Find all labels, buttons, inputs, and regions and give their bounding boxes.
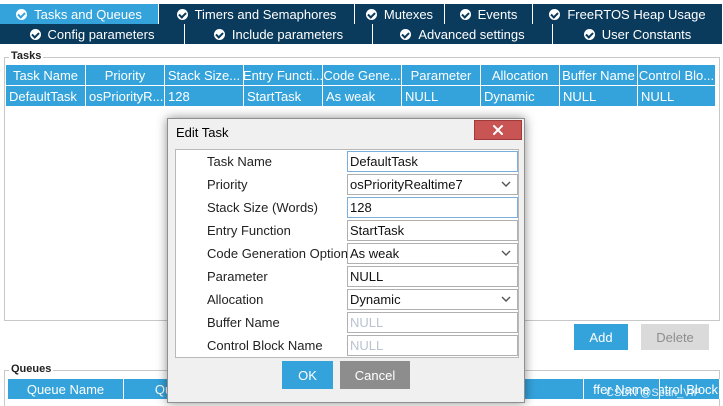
cell-buffer-name: NULL [560, 86, 638, 106]
edit-task-dialog: Edit Task Task Name DefaultTask Priority… [167, 118, 525, 403]
control-block-name-field[interactable]: NULL [347, 335, 518, 356]
watermark: CSDN @Sean_VIP [606, 387, 701, 399]
close-button[interactable] [474, 120, 522, 140]
ok-button[interactable]: OK [282, 361, 333, 389]
code-generation-option-label: Code Generation Option [207, 246, 348, 261]
column-header-queue-name[interactable]: Queue Name [8, 379, 124, 399]
task-form: Task Name DefaultTask Priority osPriorit… [175, 149, 519, 358]
tab-freertos-heap-usage[interactable]: FreeRTOS Heap Usage [533, 4, 723, 24]
stack-size-label: Stack Size (Words) [207, 200, 319, 215]
column-header-priority[interactable]: Priority [86, 65, 165, 85]
parameter-label: Parameter [207, 269, 268, 284]
check-circle-icon [583, 28, 595, 40]
tab-include-parameters[interactable]: Include parameters [185, 24, 373, 44]
code-generation-option-select[interactable]: As weak [347, 243, 518, 264]
tasks-group-title: Tasks [9, 50, 44, 62]
buffer-name-label: Buffer Name [207, 315, 280, 330]
priority-label: Priority [207, 177, 248, 192]
column-header-allocation[interactable]: Allocation [481, 65, 560, 85]
check-circle-icon [29, 28, 41, 40]
task-name-field[interactable]: DefaultTask [347, 151, 518, 172]
check-circle-icon [459, 8, 471, 20]
column-header-buffer-name[interactable]: Buffer Name [560, 65, 638, 85]
cell-control-block: NULL [638, 86, 716, 106]
allocation-select[interactable]: Dynamic [347, 289, 518, 310]
close-icon [493, 125, 503, 135]
entry-function-field[interactable]: StartTask [347, 220, 518, 241]
tab-events[interactable]: Events [445, 4, 533, 24]
tab-user-constants[interactable]: User Constants [553, 24, 723, 44]
tab-timers-and-semaphores[interactable]: Timers and Semaphores [159, 4, 355, 24]
allocation-value: Dynamic [350, 292, 401, 307]
chevron-down-icon [501, 181, 511, 187]
tab-tasks-and-queues[interactable]: Tasks and Queues [0, 4, 159, 24]
tasks-table-header: Task Name Priority Stack Size... Entry F… [6, 65, 716, 85]
cell-code-generation: As weak [323, 86, 402, 106]
cell-allocation: Dynamic [481, 86, 560, 106]
add-task-button[interactable]: Add [574, 324, 628, 350]
chevron-down-icon [501, 296, 511, 302]
buffer-name-field[interactable]: NULL [347, 312, 518, 333]
chevron-down-icon [501, 250, 511, 256]
task-name-label: Task Name [207, 154, 273, 169]
column-header-stack-size[interactable]: Stack Size... [165, 65, 244, 85]
parameter-field[interactable]: NULL [347, 266, 518, 287]
cancel-button[interactable]: Cancel [340, 361, 410, 389]
column-header-parameter[interactable]: Parameter [402, 65, 481, 85]
check-circle-icon [400, 28, 412, 40]
column-header-control-block[interactable]: Control Blo... [638, 65, 716, 85]
stack-size-field[interactable]: 128 [347, 197, 518, 218]
dialog-title: Edit Task [176, 125, 229, 140]
delete-task-button[interactable]: Delete [641, 324, 709, 350]
column-header-code-generation[interactable]: Code Gene... [323, 65, 402, 85]
cell-priority: osPriorityR... [86, 86, 165, 106]
column-header-entry-function[interactable]: Entry Functi... [244, 65, 323, 85]
tab-config-parameters[interactable]: Config parameters [0, 24, 185, 44]
control-block-name-label: Control Block Name [207, 338, 323, 353]
tab-advanced-settings[interactable]: Advanced settings [373, 24, 553, 44]
code-generation-option-value: As weak [350, 246, 400, 261]
check-circle-icon [213, 28, 225, 40]
allocation-label: Allocation [207, 292, 264, 307]
cell-entry-function: StartTask [244, 86, 323, 106]
queues-group-title: Queues [9, 363, 54, 375]
check-circle-icon [16, 8, 28, 20]
check-circle-icon [365, 8, 377, 20]
check-circle-icon [549, 8, 561, 20]
cell-stack-size: 128 [165, 86, 244, 106]
tab-row-secondary: Config parameters Include parameters Adv… [0, 24, 723, 44]
cell-task-name: DefaultTask [6, 86, 86, 106]
priority-select[interactable]: osPriorityRealtime7 [347, 174, 518, 195]
table-row[interactable]: DefaultTask osPriorityR... 128 StartTask… [6, 86, 716, 106]
check-circle-icon [176, 8, 188, 20]
tab-row-primary: Tasks and Queues Timers and Semaphores M… [0, 4, 723, 24]
cell-parameter: NULL [402, 86, 481, 106]
priority-value: osPriorityRealtime7 [350, 177, 463, 192]
tab-mutexes[interactable]: Mutexes [355, 4, 445, 24]
entry-function-label: Entry Function [207, 223, 291, 238]
column-header-task-name[interactable]: Task Name [6, 65, 86, 85]
